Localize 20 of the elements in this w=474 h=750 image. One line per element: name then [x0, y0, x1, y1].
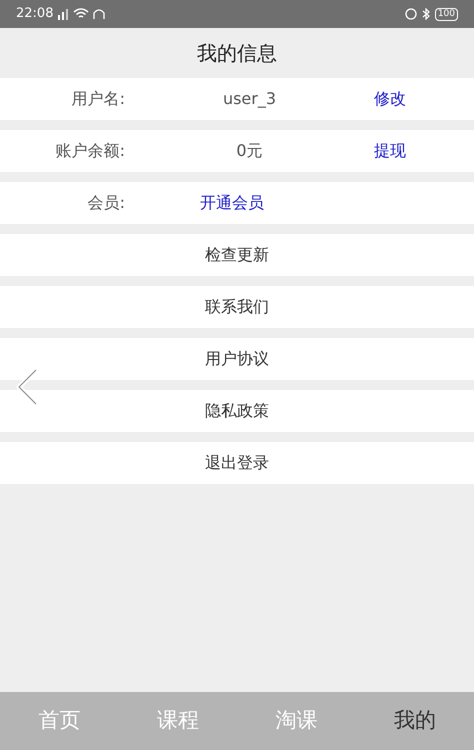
menu-item[interactable]: 退出登录: [0, 442, 474, 484]
page-title: 我的信息: [196, 40, 278, 67]
battery-indicator: 100: [434, 8, 458, 20]
field-label: 账户余额:: [56, 140, 125, 162]
nav-tab[interactable]: 我的: [356, 705, 474, 737]
action-link[interactable]: 提现: [374, 139, 406, 163]
wifi-icon: [73, 8, 90, 20]
field-value: 0元: [236, 140, 263, 162]
clock: 22:08: [16, 5, 54, 24]
menu-item[interactable]: 隐私政策: [0, 390, 474, 432]
field-label: 用户名:: [72, 88, 125, 110]
bluetooth-icon: [420, 8, 431, 20]
field-value: user_3: [222, 88, 276, 110]
membership-link[interactable]: 开通会员: [200, 191, 264, 215]
signal-icon: [57, 8, 70, 20]
menu-item[interactable]: 联系我们: [0, 286, 474, 328]
action-link[interactable]: 修改: [374, 87, 406, 111]
menu-item[interactable]: 检查更新: [0, 234, 474, 276]
field-label: 会员:: [88, 192, 125, 214]
menu-item[interactable]: 用户协议: [0, 338, 474, 380]
